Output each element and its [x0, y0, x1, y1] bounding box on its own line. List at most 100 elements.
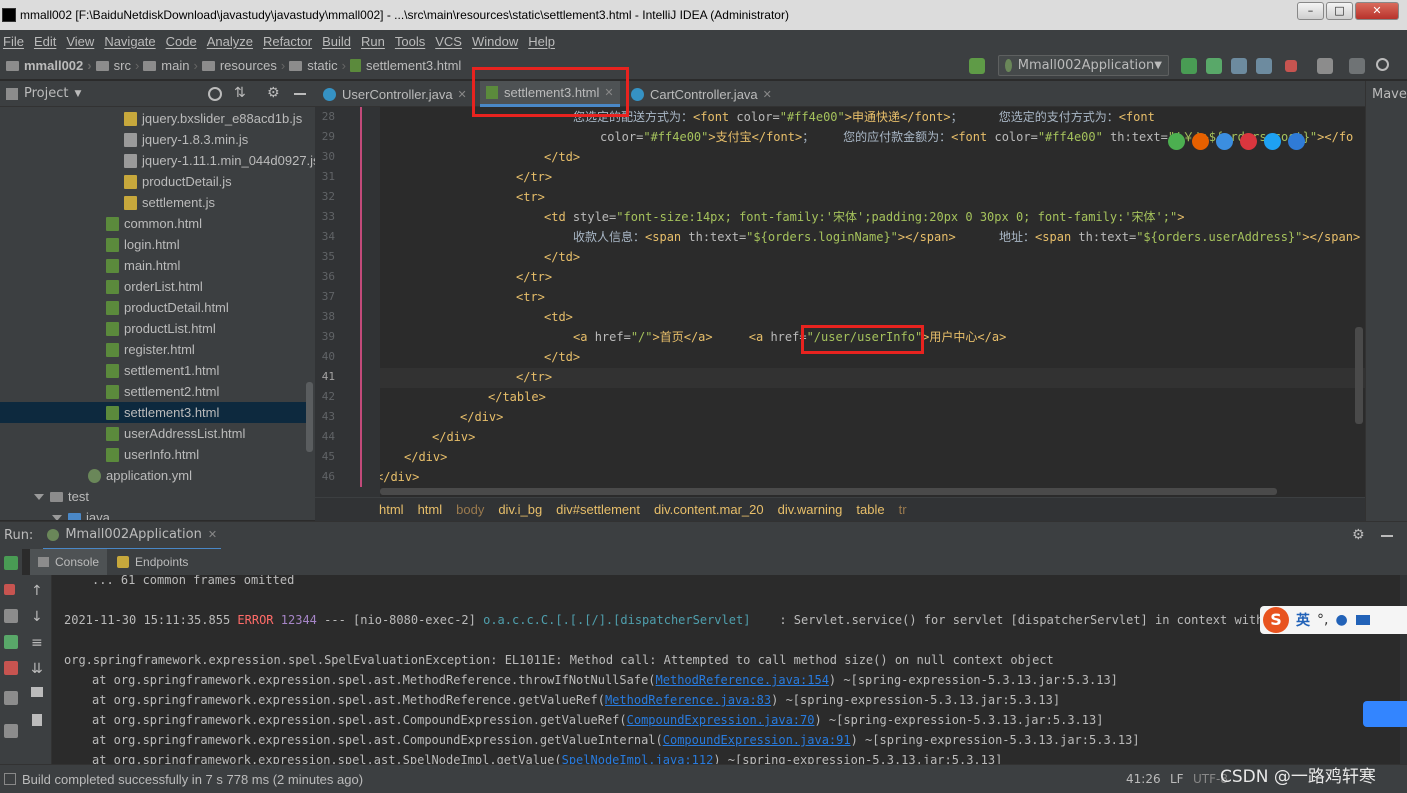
pin-icon[interactable]: [4, 724, 18, 738]
crumb-html[interactable]: html: [379, 502, 404, 517]
menu-file[interactable]: File: [0, 34, 31, 49]
caret-position[interactable]: 41:26: [1126, 772, 1161, 786]
run-configuration-dropdown[interactable]: Mmall002Application ▼: [998, 55, 1169, 76]
tree-item[interactable]: productList.html: [106, 318, 216, 339]
tree-item[interactable]: userAddressList.html: [106, 423, 245, 444]
tab-cart-controller[interactable]: CartController.java ✕: [631, 81, 772, 107]
breadcrumb-project[interactable]: mmall002 ›: [6, 58, 92, 73]
tree-item[interactable]: application.yml: [88, 465, 192, 486]
chevron-down-icon[interactable]: ▼: [74, 89, 81, 99]
project-panel-title[interactable]: Project: [24, 86, 68, 101]
crumb-table[interactable]: table: [856, 502, 884, 517]
collapse-all-icon[interactable]: ⇅: [234, 85, 246, 101]
tree-item[interactable]: main.html: [106, 255, 180, 276]
tree-item[interactable]: settlement1.html: [106, 360, 219, 381]
print-icon[interactable]: [31, 687, 43, 697]
tree-item[interactable]: common.html: [106, 213, 202, 234]
tree-item[interactable]: orderList.html: [106, 276, 203, 297]
opera-icon[interactable]: [1240, 133, 1257, 150]
stop-icon[interactable]: [4, 584, 15, 595]
tree-item[interactable]: java: [52, 507, 110, 520]
tree-item[interactable]: settlement.js: [124, 192, 215, 213]
crumb-div-content[interactable]: div.content.mar_20: [654, 502, 764, 517]
editor-vertical-scrollbar[interactable]: [1355, 327, 1363, 424]
line-separator[interactable]: LF: [1170, 772, 1184, 786]
tree-item[interactable]: userInfo.html: [106, 444, 199, 465]
menu-run[interactable]: Run: [358, 34, 392, 49]
gear-icon[interactable]: ⚙: [1352, 527, 1365, 543]
expand-arrow-icon[interactable]: [34, 493, 44, 500]
tree-item[interactable]: settlement2.html: [106, 381, 219, 402]
breadcrumb-resources[interactable]: resources ›: [201, 58, 285, 73]
search-icon[interactable]: [1376, 58, 1389, 71]
baidu-netdisk-icon[interactable]: [1363, 701, 1407, 727]
crumb-body[interactable]: body: [456, 502, 484, 517]
close-tab-icon[interactable]: ✕: [458, 88, 467, 101]
maximize-button[interactable]: □: [1326, 2, 1353, 20]
edge-icon[interactable]: [1288, 133, 1305, 150]
arrow-up-icon[interactable]: ↑: [31, 583, 43, 599]
punctuation-icon[interactable]: °,: [1317, 612, 1328, 628]
console-output[interactable]: ... 61 common frames omitted 2021-11-30 …: [53, 575, 1400, 764]
breadcrumb-file[interactable]: settlement3.html: [349, 58, 461, 73]
stack-link[interactable]: CompoundExpression.java:70: [627, 713, 815, 727]
menu-tools[interactable]: Tools: [392, 34, 432, 49]
project-structure-icon[interactable]: [1317, 58, 1333, 74]
expand-arrow-icon[interactable]: [52, 514, 62, 520]
rerun-icon[interactable]: [4, 556, 18, 570]
chrome-icon[interactable]: [1168, 133, 1185, 150]
rerun-icon[interactable]: [1181, 58, 1197, 74]
code-editor[interactable]: 您选定的配送方式为：<font color="#ff4e00">申通快递</fo…: [380, 107, 1365, 497]
stack-link[interactable]: CompoundExpression.java:91: [663, 733, 851, 747]
minimize-button[interactable]: –: [1297, 2, 1324, 20]
stack-link[interactable]: MethodReference.java:83: [605, 693, 771, 707]
safari-icon[interactable]: [1216, 133, 1233, 150]
hide-panel-icon[interactable]: [1381, 535, 1393, 537]
tree-scrollbar[interactable]: [306, 382, 313, 452]
breadcrumb-static[interactable]: static ›: [289, 58, 346, 73]
hide-panel-icon[interactable]: [294, 93, 306, 95]
breadcrumb-main[interactable]: main ›: [143, 58, 198, 73]
crumb-tr[interactable]: tr: [899, 502, 907, 517]
locate-file-icon[interactable]: [208, 87, 222, 101]
tree-item[interactable]: jquery-1.11.1.min_044d0927.js: [124, 150, 315, 171]
microphone-icon[interactable]: ●: [1335, 612, 1347, 628]
menu-window[interactable]: Window: [469, 34, 525, 49]
menu-view[interactable]: View: [63, 34, 101, 49]
maven-panel-label[interactable]: Mave: [1372, 87, 1407, 102]
gear-icon[interactable]: ⚙: [267, 85, 280, 101]
menu-code[interactable]: Code: [163, 34, 204, 49]
tab-run-app[interactable]: Mmall002Application ✕: [43, 522, 222, 550]
tab-endpoints[interactable]: Endpoints: [117, 555, 188, 569]
tree-item[interactable]: login.html: [106, 234, 180, 255]
close-tab-icon[interactable]: ✕: [208, 528, 217, 541]
layout-icon[interactable]: [4, 691, 18, 705]
camera-icon[interactable]: [4, 609, 18, 623]
crumb-html[interactable]: html: [418, 502, 443, 517]
firefox-icon[interactable]: [1192, 133, 1209, 150]
debug-icon[interactable]: [4, 635, 18, 649]
menu-vcs[interactable]: VCS: [432, 34, 469, 49]
crumb-div-warning[interactable]: div.warning: [778, 502, 843, 517]
profile-icon[interactable]: [1256, 58, 1272, 74]
window-layout-icon[interactable]: [1349, 58, 1365, 74]
arrow-down-icon[interactable]: ↓: [31, 609, 43, 625]
stack-link[interactable]: SpelNodeImpl.java:112: [562, 753, 714, 764]
status-message[interactable]: Build completed successfully in 7 s 778 …: [22, 772, 363, 787]
breadcrumb-src[interactable]: src ›: [95, 58, 139, 73]
tree-item[interactable]: test: [34, 486, 89, 507]
stack-link[interactable]: MethodReference.java:154: [656, 673, 829, 687]
tab-user-controller[interactable]: UserController.java ✕: [323, 81, 467, 107]
ime-language[interactable]: 英: [1296, 610, 1310, 630]
tree-item-selected[interactable]: settlement3.html: [0, 402, 307, 423]
tree-item[interactable]: productDetail.js: [124, 171, 232, 192]
tree-item[interactable]: jquery.bxslider_e88acd1b.js: [124, 108, 302, 129]
menu-refactor[interactable]: Refactor: [260, 34, 319, 49]
ie-icon[interactable]: [1264, 133, 1281, 150]
crumb-div-settlement[interactable]: div#settlement: [556, 502, 640, 517]
keyboard-icon[interactable]: [1355, 615, 1370, 625]
close-button[interactable]: ✕: [1355, 2, 1399, 20]
menu-navigate[interactable]: Navigate: [101, 34, 162, 49]
soft-wrap-icon[interactable]: ≡: [31, 635, 43, 651]
tree-item[interactable]: jquery-1.8.3.min.js: [124, 129, 248, 150]
